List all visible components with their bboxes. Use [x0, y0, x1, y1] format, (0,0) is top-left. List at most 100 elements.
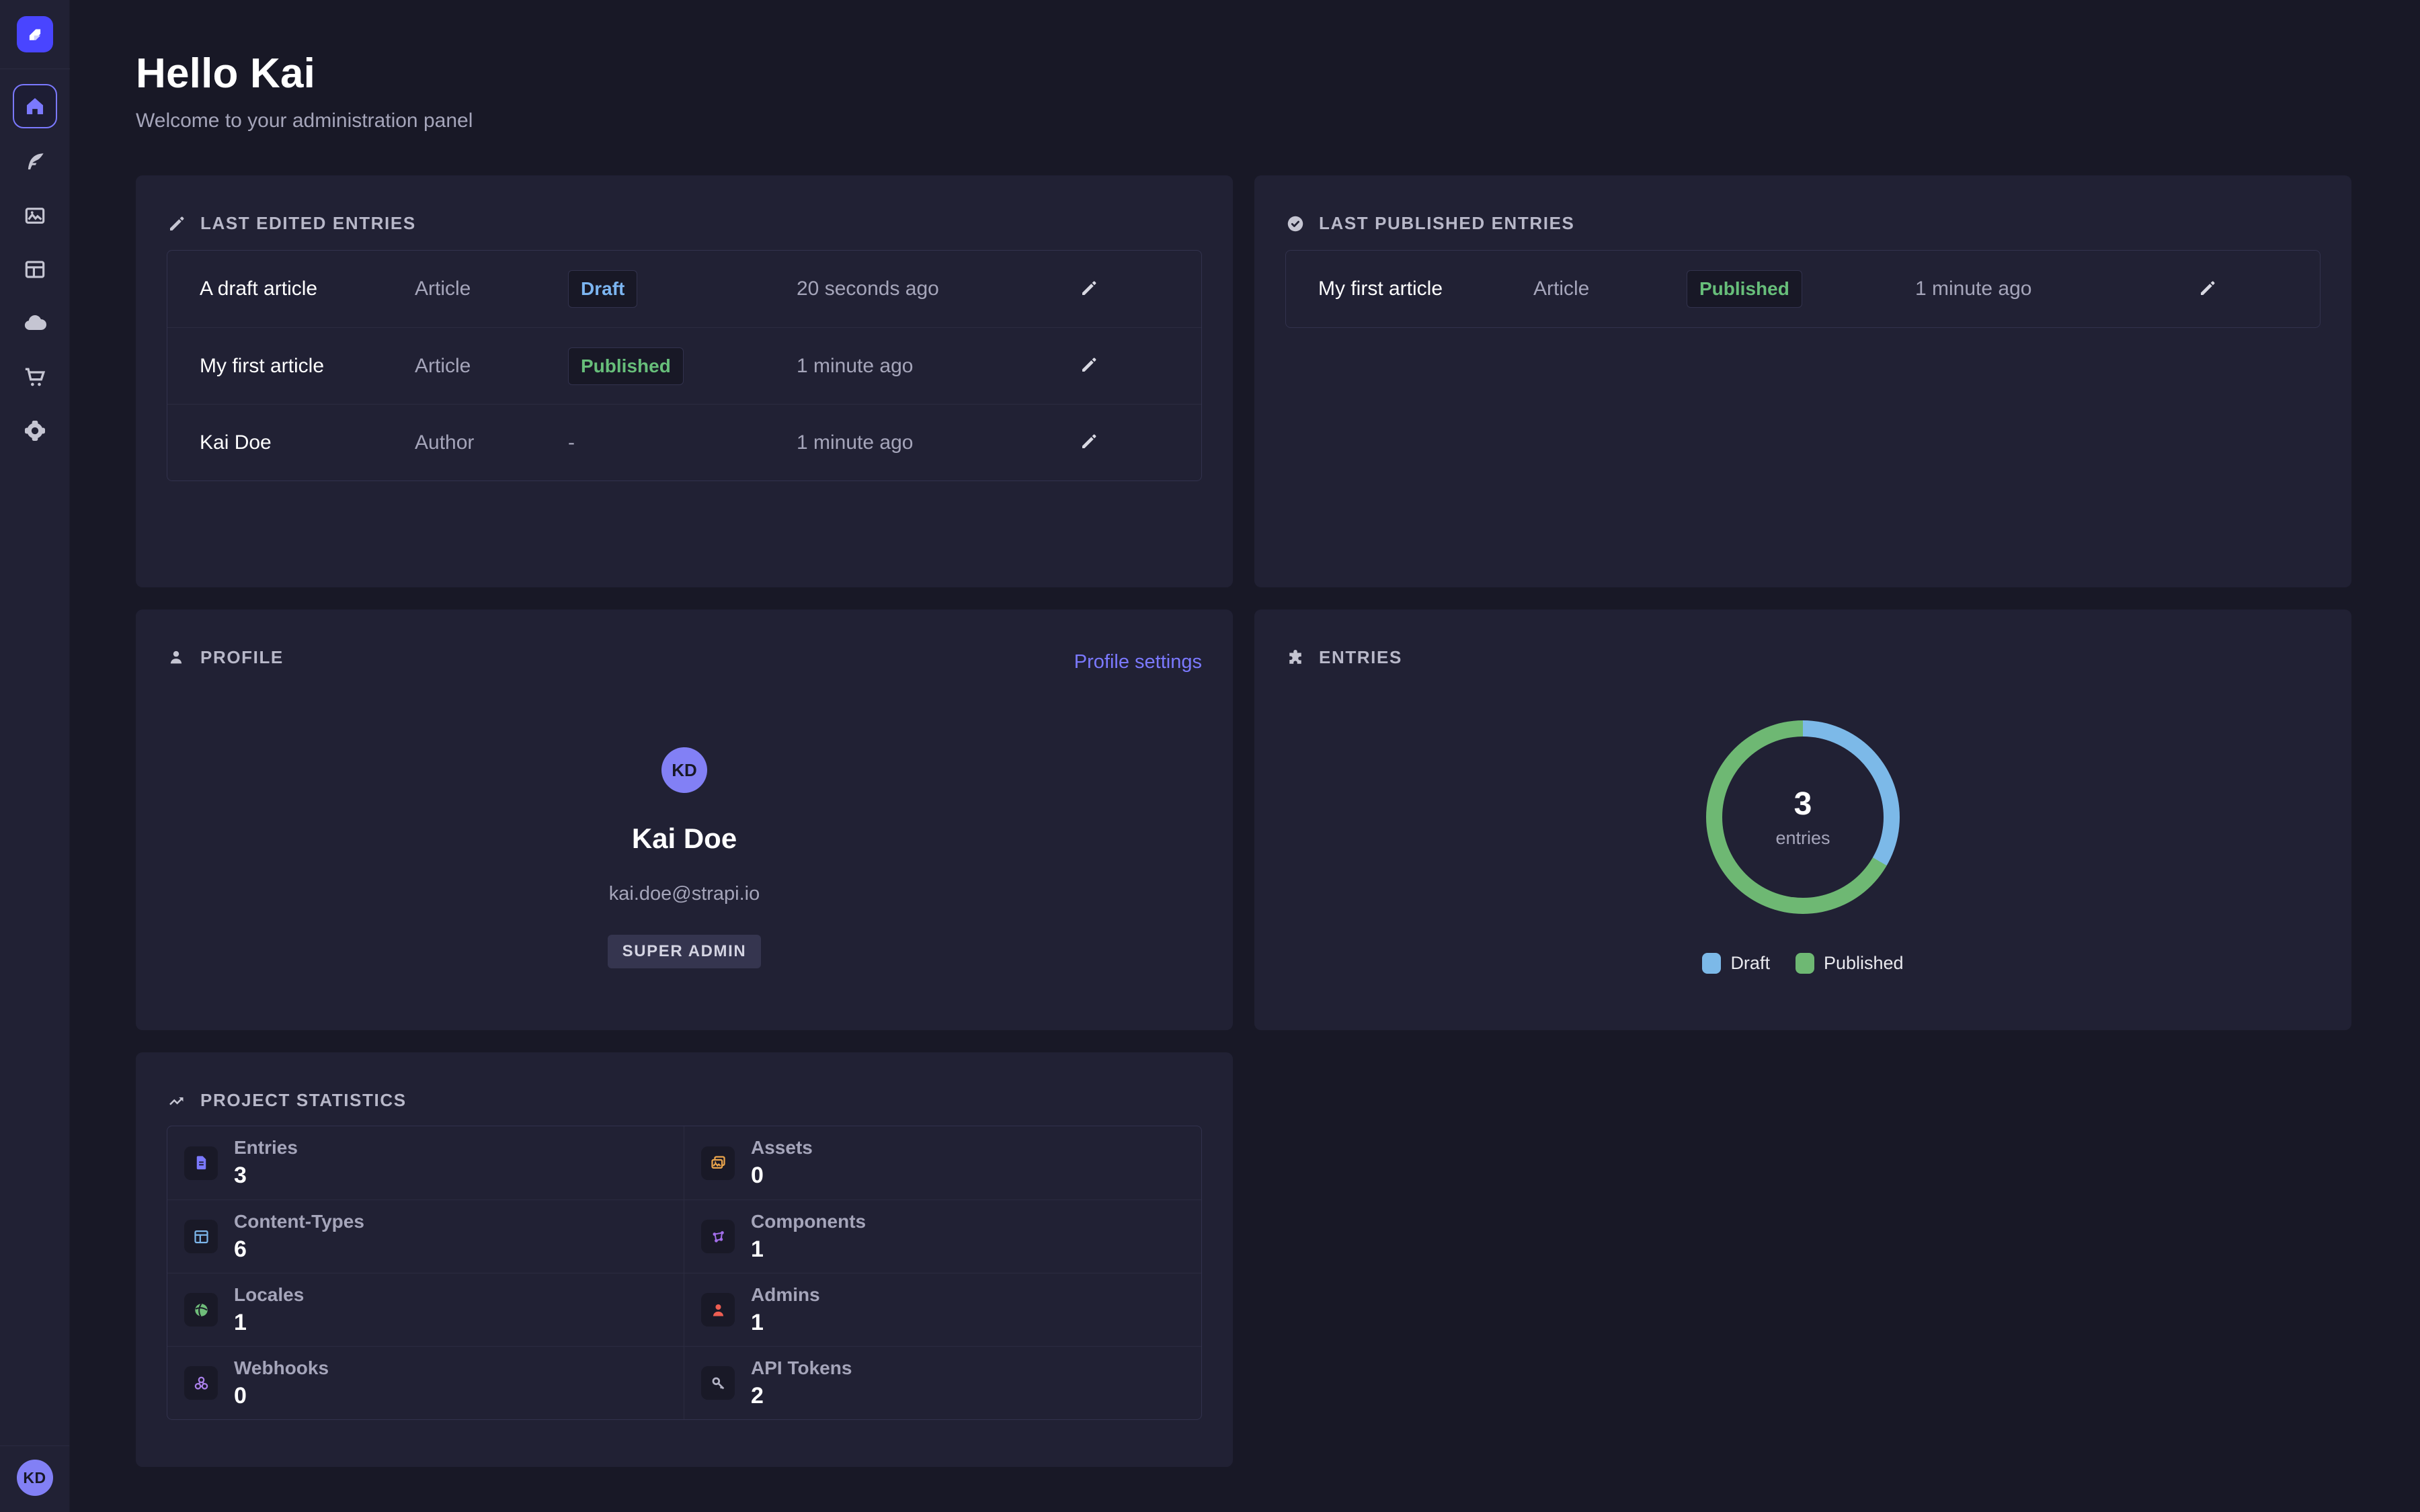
- card-title: PROFILE: [200, 647, 284, 668]
- dashboard-grid: LAST EDITED ENTRIES A draft article Arti…: [136, 175, 2351, 1467]
- table-row[interactable]: Kai Doe Author - 1 minute ago: [167, 404, 1201, 480]
- entry-type: Article: [415, 278, 568, 300]
- stat-webhooks: Webhooks 0: [167, 1346, 684, 1419]
- pencil-icon: [167, 214, 187, 234]
- draft-swatch: [1702, 953, 1721, 974]
- marketplace-cart-icon: [22, 364, 48, 390]
- sidebar-item-settings[interactable]: [20, 416, 50, 446]
- profile-email: kai.doe@strapi.io: [609, 883, 760, 905]
- sidebar-item-media-library[interactable]: [20, 201, 50, 230]
- entry-type: Author: [415, 431, 568, 454]
- key-icon: [701, 1366, 735, 1400]
- profile-card: PROFILE Profile settings KD Kai Doe kai.…: [136, 610, 1233, 1030]
- published-swatch: [1796, 953, 1814, 974]
- sidebar: KD: [0, 0, 70, 1512]
- feather-icon: [22, 149, 48, 175]
- entries-chart-body: 3 entries Draft Published: [1285, 668, 2321, 974]
- check-circle-icon: [1285, 214, 1305, 234]
- layout-icon: [184, 1220, 218, 1253]
- card-title: ENTRIES: [1319, 647, 1402, 668]
- entry-title: A draft article: [200, 278, 415, 300]
- card-header: ENTRIES: [1285, 647, 2321, 668]
- media-library-icon: [22, 203, 48, 228]
- entries-donut: 3 entries: [1706, 720, 1900, 914]
- edit-entry-button[interactable]: [1078, 431, 1100, 454]
- content-type-builder-icon: [22, 257, 48, 282]
- main-content: Hello Kai Welcome to your administration…: [70, 0, 2420, 1512]
- trending-up-icon: [167, 1091, 187, 1111]
- table-row[interactable]: My first article Article Published 1 min…: [167, 327, 1201, 404]
- document-icon: [184, 1146, 218, 1180]
- sidebar-item-content-manager[interactable]: [20, 147, 50, 177]
- project-statistics-card: PROJECT STATISTICS Entries 3: [136, 1052, 1233, 1467]
- donut-center: 3 entries: [1722, 737, 1884, 898]
- legend-item-draft: Draft: [1702, 953, 1770, 974]
- sidebar-item-home[interactable]: [13, 84, 57, 128]
- chart-legend: Draft Published: [1702, 953, 1903, 974]
- entries-unit: entries: [1775, 828, 1830, 849]
- stat-label: Assets: [751, 1137, 813, 1159]
- card-header: LAST EDITED ENTRIES: [167, 213, 1202, 234]
- card-header: PROJECT STATISTICS: [167, 1090, 1202, 1111]
- profile-settings-link[interactable]: Profile settings: [1074, 651, 1202, 673]
- sidebar-footer: KD: [0, 1445, 69, 1512]
- stat-label: Entries: [234, 1137, 298, 1159]
- status-badge: Draft: [568, 270, 637, 308]
- sidebar-item-deploy[interactable]: [20, 308, 50, 338]
- entries-chart-card: ENTRIES 3 entries Draft Publis: [1254, 610, 2351, 1030]
- page-subtitle: Welcome to your administration panel: [136, 110, 2351, 132]
- stat-label: Locales: [234, 1284, 304, 1306]
- strapi-logo[interactable]: [17, 16, 53, 52]
- page-title: Hello Kai: [136, 50, 2351, 97]
- entries-total: 3: [1794, 786, 1812, 823]
- stat-assets: Assets 0: [684, 1126, 1201, 1200]
- entry-time: 1 minute ago: [797, 431, 1060, 454]
- legend-label: Published: [1824, 953, 1904, 974]
- card-title: LAST EDITED ENTRIES: [200, 213, 416, 234]
- puzzle-icon: [1285, 648, 1305, 668]
- entry-title: My first article: [200, 355, 415, 378]
- strapi-logo-icon: [25, 24, 45, 44]
- stat-value: 6: [234, 1236, 364, 1263]
- entry-type: Article: [415, 355, 568, 378]
- legend-item-published: Published: [1796, 953, 1904, 974]
- last-published-entries-card: LAST PUBLISHED ENTRIES My first article …: [1254, 175, 2351, 587]
- stat-value: 1: [751, 1310, 820, 1336]
- role-badge: SUPER ADMIN: [608, 935, 762, 968]
- user-avatar[interactable]: KD: [17, 1460, 53, 1496]
- legend-label: Draft: [1730, 953, 1770, 974]
- entry-title: Kai Doe: [200, 431, 415, 454]
- stat-label: Components: [751, 1211, 866, 1232]
- stat-value: 0: [751, 1163, 813, 1189]
- stat-components: Components 1: [684, 1200, 1201, 1273]
- images-icon: [701, 1146, 735, 1180]
- entry-time: 20 seconds ago: [797, 278, 1060, 300]
- table-row[interactable]: A draft article Article Draft 20 seconds…: [167, 251, 1201, 327]
- stat-label: Admins: [751, 1284, 820, 1306]
- stat-label: Webhooks: [234, 1357, 329, 1379]
- stat-api-tokens: API Tokens 2: [684, 1346, 1201, 1419]
- stat-label: Content-Types: [234, 1211, 364, 1232]
- pencil-icon: [1079, 278, 1099, 298]
- stat-locales: Locales 1: [167, 1273, 684, 1346]
- edit-entry-button[interactable]: [1078, 278, 1100, 300]
- last-published-table: My first article Article Published 1 min…: [1285, 250, 2321, 328]
- stat-value: 0: [234, 1383, 329, 1409]
- entry-type: Article: [1533, 278, 1687, 300]
- stat-value: 2: [751, 1383, 852, 1409]
- avatar: KD: [661, 747, 707, 793]
- card-title: LAST PUBLISHED ENTRIES: [1319, 213, 1574, 234]
- status-badge: Published: [1687, 270, 1802, 308]
- profile-body: KD Kai Doe kai.doe@strapi.io SUPER ADMIN: [167, 747, 1202, 968]
- table-row[interactable]: My first article Article Published 1 min…: [1286, 251, 2320, 327]
- edit-entry-button[interactable]: [2196, 278, 2219, 300]
- edit-entry-button[interactable]: [1078, 355, 1100, 378]
- card-title: PROJECT STATISTICS: [200, 1090, 407, 1111]
- stat-admins: Admins 1: [684, 1273, 1201, 1346]
- card-header: PROFILE: [167, 647, 1202, 668]
- sidebar-item-marketplace[interactable]: [20, 362, 50, 392]
- sidebar-nav: [20, 147, 50, 446]
- last-edited-table: A draft article Article Draft 20 seconds…: [167, 250, 1202, 481]
- sidebar-item-content-type-builder[interactable]: [20, 255, 50, 284]
- entry-title: My first article: [1318, 278, 1533, 300]
